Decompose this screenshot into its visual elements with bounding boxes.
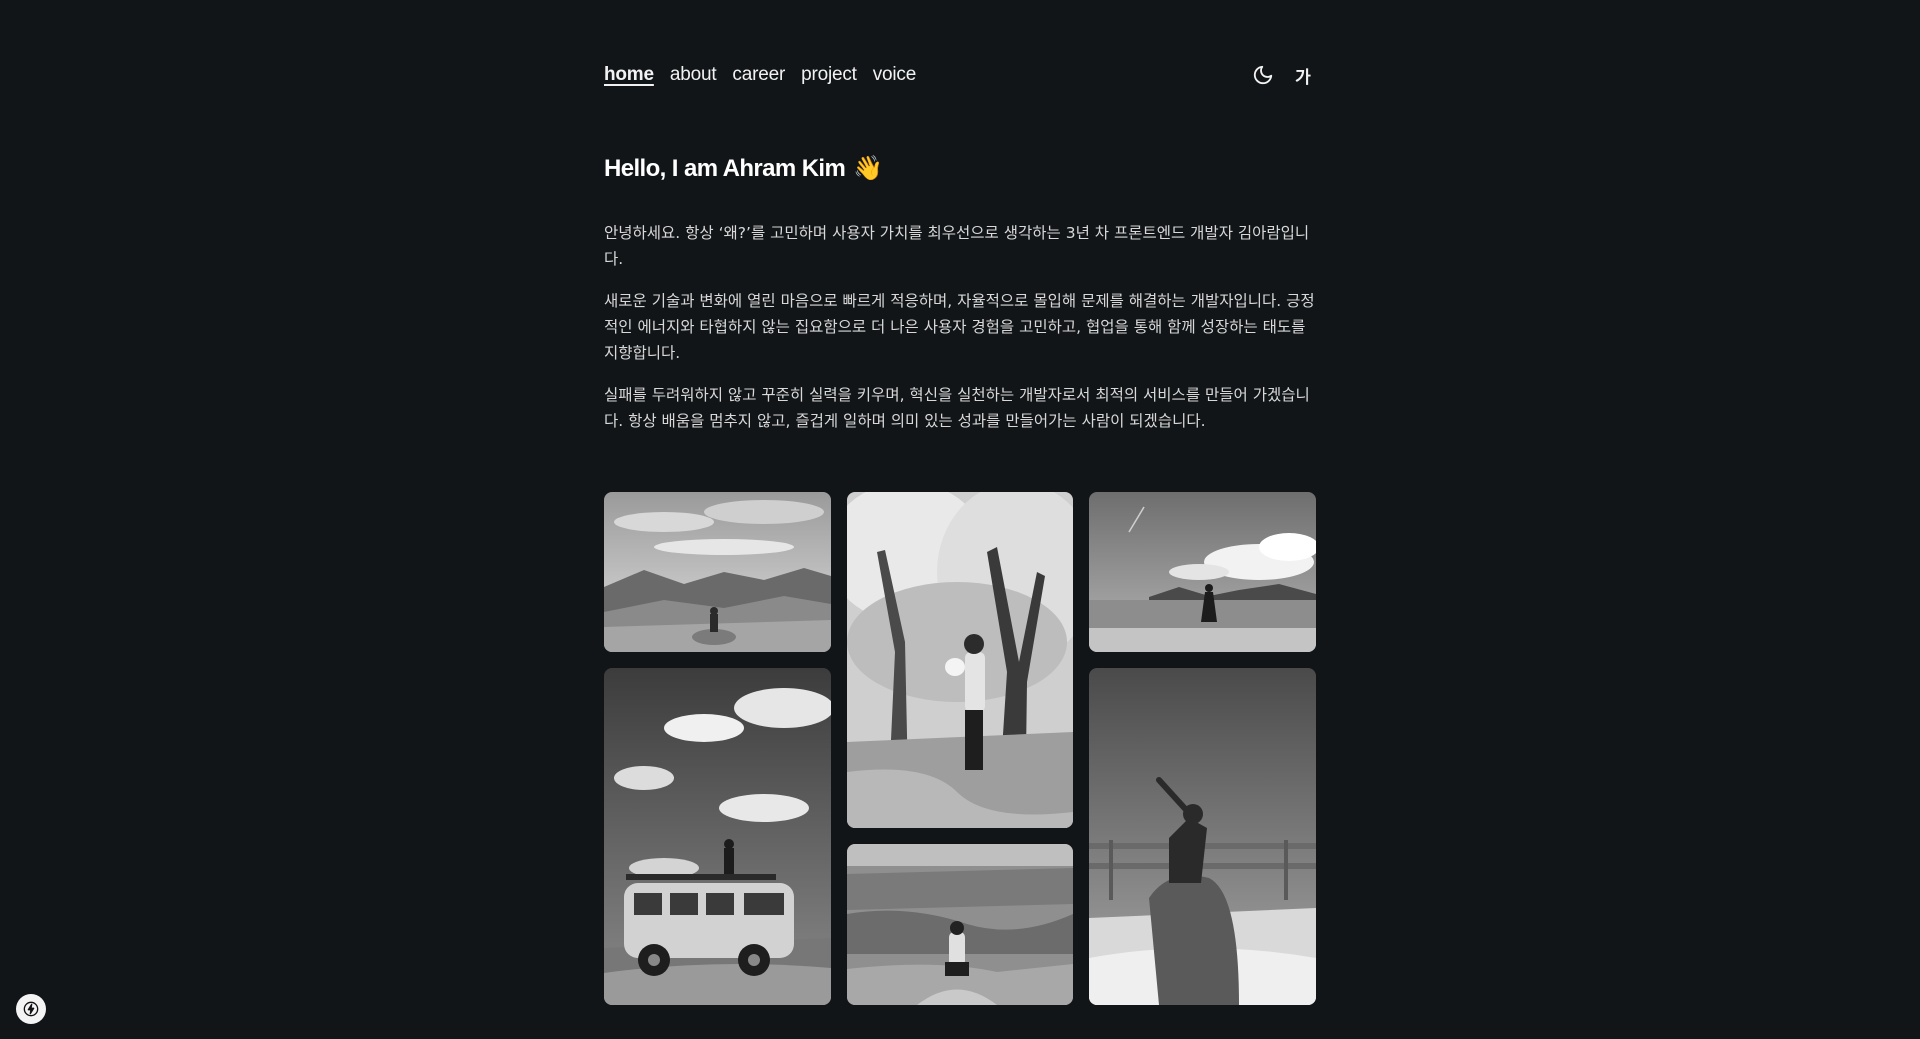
theme-toggle-button[interactable] bbox=[1250, 62, 1276, 88]
nav-links: home about career project voice bbox=[604, 64, 916, 86]
intro-paragraph: 새로운 기술과 변화에 열린 마음으로 빠르게 적응하며, 자율적으로 몰입해 … bbox=[604, 292, 1315, 362]
bolt-icon bbox=[23, 1001, 39, 1017]
photo-cherry-blossom-tree[interactable] bbox=[847, 492, 1073, 828]
bolt-badge-button[interactable] bbox=[16, 994, 46, 1024]
nav-about-link[interactable]: about bbox=[670, 64, 717, 86]
photo-van-on-hill[interactable] bbox=[604, 668, 831, 1005]
intro-section: 안녕하세요. 항상 ‘왜?’를 고민하며 사용자 가치를 최우선으로 생각하는 … bbox=[604, 220, 1316, 450]
photo-mountain-valley[interactable] bbox=[604, 492, 831, 652]
page-title: Hello, I am Ahram Kim 👋 bbox=[604, 154, 883, 183]
photo-summit-stone[interactable] bbox=[1089, 668, 1316, 1005]
waving-hand-emoji: 👋 bbox=[853, 155, 883, 182]
nav-voice-link[interactable]: voice bbox=[873, 64, 917, 86]
photo-gallery bbox=[604, 492, 1316, 1005]
nav-career-link[interactable]: career bbox=[732, 64, 785, 86]
page: home about career project voice 가 Hello,… bbox=[0, 0, 1920, 1039]
language-toggle-button[interactable]: 가 bbox=[1290, 62, 1316, 88]
title-text: Hello, I am Ahram Kim bbox=[604, 155, 846, 182]
intro-paragraph: 실패를 두려워하지 않고 꾸준히 실력을 키우며, 혁신을 실천하는 개발자로서… bbox=[604, 386, 1310, 430]
nav-project-link[interactable]: project bbox=[801, 64, 857, 86]
intro-paragraph: 안녕하세요. 항상 ‘왜?’를 고민하며 사용자 가치를 최우선으로 생각하는 … bbox=[604, 224, 1310, 268]
photo-beach-lake[interactable] bbox=[1089, 492, 1316, 652]
nav-actions: 가 bbox=[1250, 62, 1316, 88]
nav-home-link[interactable]: home bbox=[604, 64, 654, 86]
moon-icon bbox=[1253, 65, 1273, 85]
photo-canyon-view[interactable] bbox=[847, 844, 1073, 1005]
top-nav: home about career project voice 가 bbox=[604, 60, 1316, 90]
